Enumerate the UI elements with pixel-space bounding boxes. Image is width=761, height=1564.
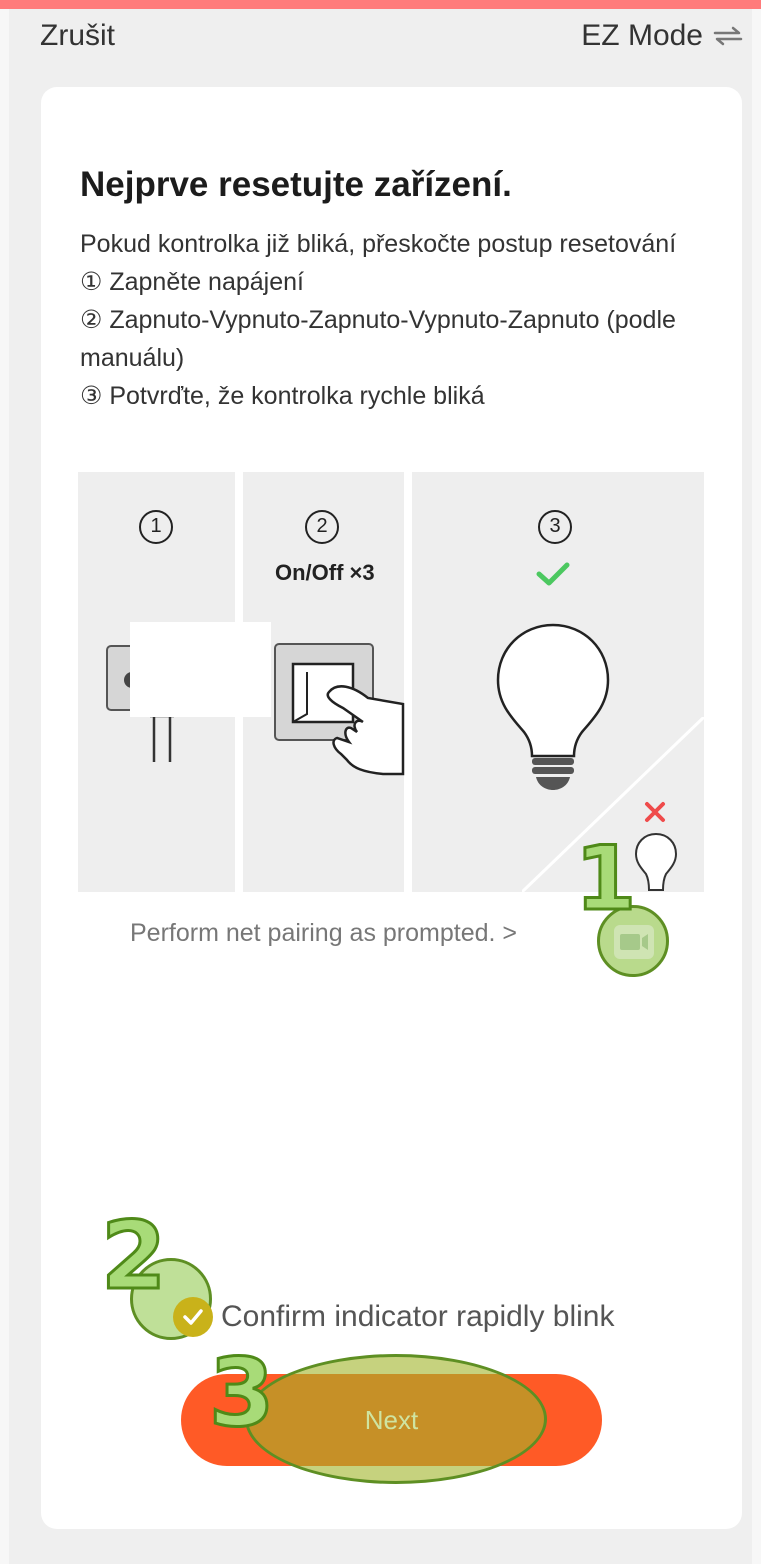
cancel-button[interactable]: Zrušit [40, 19, 115, 53]
on-off-caption: On/Off ×3 [275, 560, 375, 585]
main-card: Nejprve resetujte zařízení. Pokud kontro… [41, 87, 742, 1529]
right-edge [752, 9, 761, 1564]
instruction-step-3: ③ Potvrďte, že kontrolka rychle bliká [80, 382, 485, 410]
check-icon [536, 562, 570, 586]
ez-mode-label: EZ Mode [581, 19, 703, 52]
image-blank-area [130, 622, 271, 717]
instruction-step-1: ① Zapněte napájení [80, 268, 304, 296]
swap-arrows-icon [713, 26, 743, 46]
checkmark-circle-icon[interactable] [173, 1297, 213, 1337]
video-icon [614, 925, 654, 959]
instructions: Pokud kontrolka již bliká, přeskočte pos… [80, 225, 710, 415]
instruction-intro: Pokud kontrolka již bliká, přeskočte pos… [80, 230, 677, 258]
switch-press-icon [274, 643, 405, 776]
cross-icon [645, 802, 665, 822]
ez-mode-button[interactable]: EZ Mode [581, 19, 743, 53]
header: Zrušit EZ Mode [0, 9, 761, 69]
page-title: Nejprve resetujte zařízení. [80, 165, 512, 204]
left-edge [0, 9, 9, 1564]
annotation-marker-1: 1 [573, 826, 637, 932]
annotation-marker-3: 3 [207, 1338, 275, 1450]
step-number-3: 3 [537, 508, 573, 544]
illustration-panel-3: 3 [412, 472, 704, 892]
annotation-marker-2: 2 [99, 1201, 167, 1313]
next-button-highlight [245, 1354, 547, 1484]
instruction-step-2: ② Zapnuto-Vypnuto-Zapnuto-Vypnuto-Zapnut… [80, 306, 676, 372]
net-pairing-link[interactable]: Perform net pairing as prompted. > [130, 919, 517, 948]
step-number-1: 1 [138, 508, 174, 544]
unlit-bulb-icon [634, 832, 678, 891]
confirm-checkbox-row[interactable]: Confirm indicator rapidly blink [173, 1297, 615, 1337]
confirm-label: Confirm indicator rapidly blink [221, 1300, 615, 1333]
step-number-2: 2 [304, 508, 340, 544]
top-accent-bar [0, 0, 761, 9]
